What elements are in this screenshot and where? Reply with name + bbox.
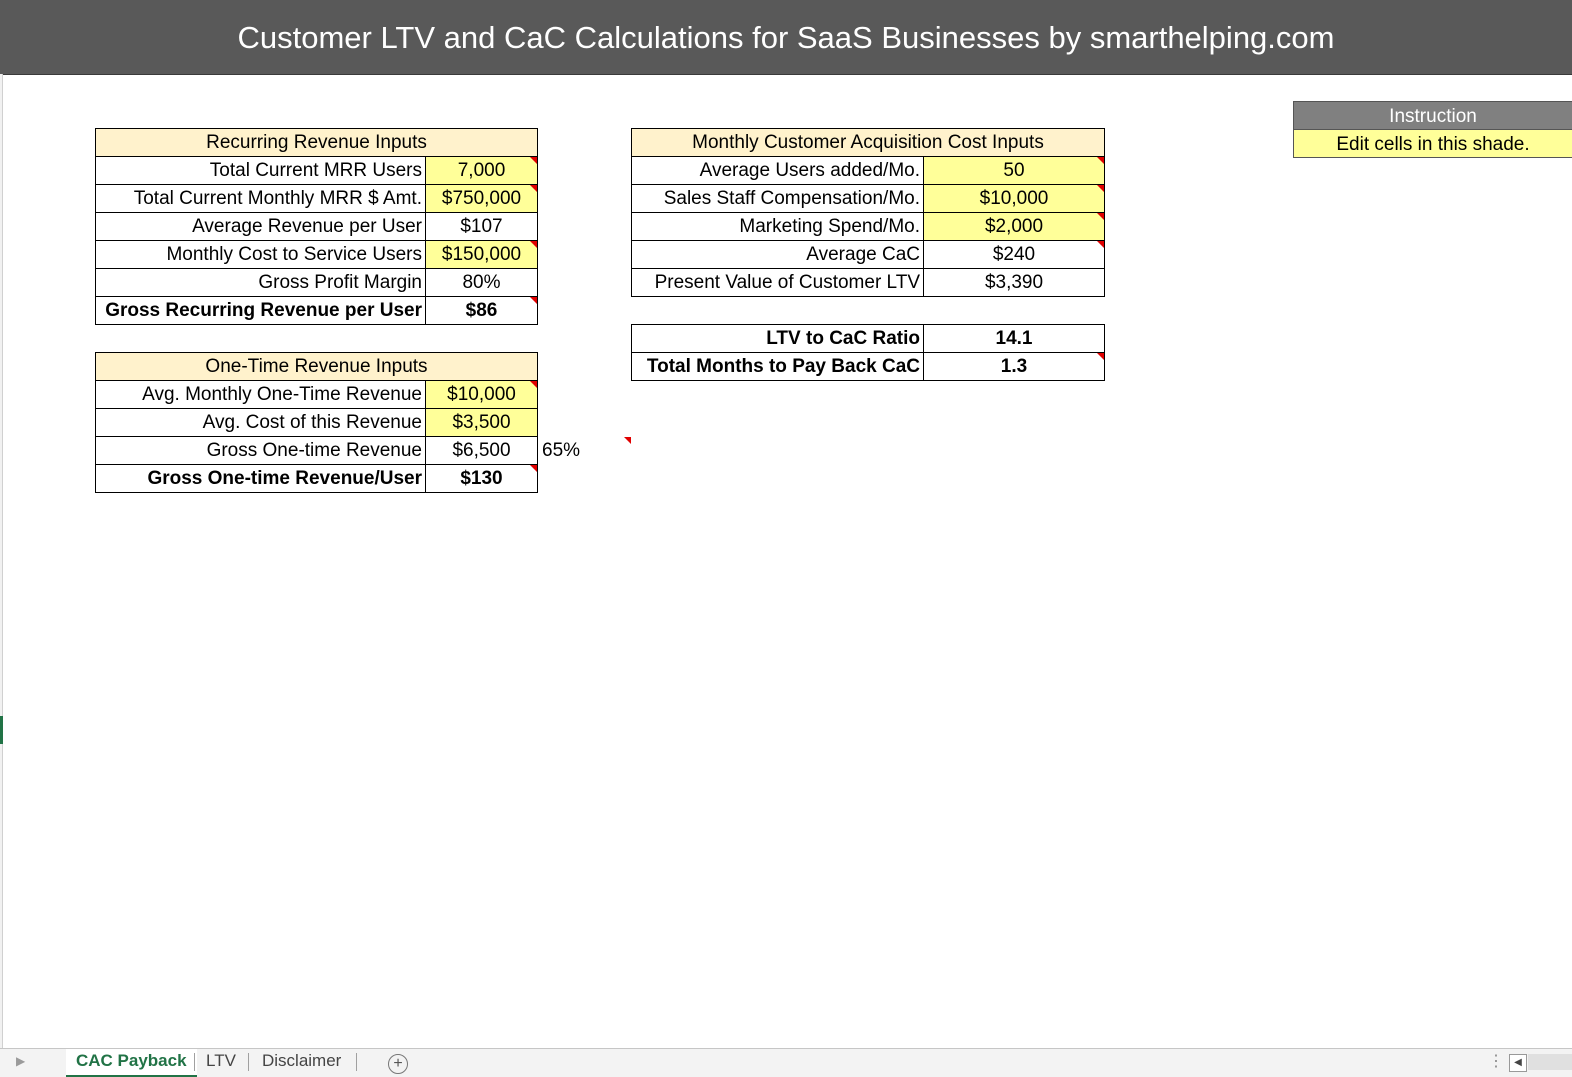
comment-indicator-icon[interactable] bbox=[530, 465, 537, 472]
label-gross-onetime: Gross One-time Revenue bbox=[95, 436, 426, 465]
splitter-icon[interactable]: ⋮ bbox=[1488, 1051, 1504, 1071]
label-pv-ltv: Present Value of Customer LTV bbox=[631, 268, 924, 297]
cell-arpu[interactable]: $107 bbox=[425, 212, 538, 241]
cell-average-cac[interactable]: $240 bbox=[923, 240, 1105, 269]
sheet-tab-bar: ▶ CAC Payback LTV Disclaimer + ⋮ ◀ bbox=[0, 1048, 1572, 1077]
cell-gross-onetime-per-user[interactable]: $130 bbox=[425, 464, 538, 493]
input-total-mrr-users[interactable]: 7,000 bbox=[425, 156, 538, 185]
active-row-marker bbox=[0, 716, 3, 744]
comment-indicator-icon[interactable] bbox=[1097, 213, 1104, 220]
sheet-title: Customer LTV and CaC Calculations for Sa… bbox=[0, 0, 1572, 75]
onetime-revenue-header: One-Time Revenue Inputs bbox=[95, 352, 538, 381]
label-users-added: Average Users added/Mo. bbox=[631, 156, 924, 185]
input-users-added[interactable]: 50 bbox=[923, 156, 1105, 185]
instruction-header: Instruction bbox=[1293, 101, 1572, 130]
cell-pv-ltv[interactable]: $3,390 bbox=[923, 268, 1105, 297]
comment-indicator-icon[interactable] bbox=[1097, 353, 1104, 360]
scroll-left-icon[interactable]: ◀ bbox=[1509, 1054, 1527, 1072]
comment-indicator-icon[interactable] bbox=[530, 241, 537, 248]
label-gross-recurring-per-user: Gross Recurring Revenue per User bbox=[95, 296, 426, 325]
recurring-revenue-header: Recurring Revenue Inputs bbox=[95, 128, 538, 157]
cac-inputs-table: Monthly Customer Acquisition Cost Inputs… bbox=[631, 128, 1105, 297]
comment-indicator-icon[interactable] bbox=[624, 437, 631, 444]
add-sheet-icon[interactable]: + bbox=[388, 1054, 408, 1074]
label-gross-margin: Gross Profit Margin bbox=[95, 268, 426, 297]
label-payback-months: Total Months to Pay Back CaC bbox=[631, 352, 924, 381]
tab-divider bbox=[356, 1053, 357, 1071]
input-onetime-revenue[interactable]: $10,000 bbox=[425, 380, 538, 409]
label-average-cac: Average CaC bbox=[631, 240, 924, 269]
comment-indicator-icon[interactable] bbox=[530, 157, 537, 164]
label-gross-onetime-per-user: Gross One-time Revenue/User bbox=[95, 464, 426, 493]
tab-cac-payback[interactable]: CAC Payback bbox=[66, 1049, 197, 1077]
label-onetime-cost: Avg. Cost of this Revenue bbox=[95, 408, 426, 437]
label-onetime-revenue: Avg. Monthly One-Time Revenue bbox=[95, 380, 426, 409]
instruction-legend: Instruction Edit cells in this shade. bbox=[1293, 101, 1572, 158]
input-total-mrr-amount[interactable]: $750,000 bbox=[425, 184, 538, 213]
label-sales-comp: Sales Staff Compensation/Mo. bbox=[631, 184, 924, 213]
label-total-mrr-amount: Total Current Monthly MRR $ Amt. bbox=[95, 184, 426, 213]
input-marketing-spend[interactable]: $2,000 bbox=[923, 212, 1105, 241]
label-marketing-spend: Marketing Spend/Mo. bbox=[631, 212, 924, 241]
comment-indicator-icon[interactable] bbox=[530, 381, 537, 388]
horizontal-scrollbar[interactable] bbox=[1528, 1054, 1572, 1070]
cac-inputs-header: Monthly Customer Acquisition Cost Inputs bbox=[631, 128, 1105, 157]
cell-gross-recurring-per-user[interactable]: $86 bbox=[425, 296, 538, 325]
comment-indicator-icon[interactable] bbox=[530, 185, 537, 192]
summary-table: LTV to CaC Ratio 14.1 Total Months to Pa… bbox=[631, 324, 1105, 381]
row-header-edge bbox=[0, 74, 3, 1048]
tab-ltv[interactable]: LTV bbox=[196, 1049, 246, 1075]
comment-indicator-icon[interactable] bbox=[530, 297, 537, 304]
cell-gross-margin[interactable]: 80% bbox=[425, 268, 538, 297]
recurring-revenue-table: Recurring Revenue Inputs Total Current M… bbox=[95, 128, 538, 325]
label-arpu: Average Revenue per User bbox=[95, 212, 426, 241]
input-cost-service[interactable]: $150,000 bbox=[425, 240, 538, 269]
comment-indicator-icon[interactable] bbox=[1097, 185, 1104, 192]
cell-ltv-cac-ratio[interactable]: 14.1 bbox=[923, 324, 1105, 353]
label-cost-service: Monthly Cost to Service Users bbox=[95, 240, 426, 269]
tab-scroll-icon[interactable]: ▶ bbox=[16, 1054, 25, 1068]
cell-gross-onetime[interactable]: $6,500 bbox=[425, 436, 538, 465]
label-total-mrr-users: Total Current MRR Users bbox=[95, 156, 426, 185]
input-onetime-cost[interactable]: $3,500 bbox=[425, 408, 538, 437]
onetime-margin-percent[interactable]: 65% bbox=[542, 440, 580, 462]
label-ltv-cac-ratio: LTV to CaC Ratio bbox=[631, 324, 924, 353]
comment-indicator-icon[interactable] bbox=[1097, 241, 1104, 248]
instruction-body: Edit cells in this shade. bbox=[1293, 130, 1572, 158]
comment-indicator-icon[interactable] bbox=[1097, 157, 1104, 164]
tab-divider bbox=[194, 1053, 195, 1071]
input-sales-comp[interactable]: $10,000 bbox=[923, 184, 1105, 213]
cell-payback-months[interactable]: 1.3 bbox=[923, 352, 1105, 381]
tab-disclaimer[interactable]: Disclaimer bbox=[252, 1049, 351, 1075]
tab-divider bbox=[248, 1053, 249, 1071]
onetime-revenue-table: One-Time Revenue Inputs Avg. Monthly One… bbox=[95, 352, 538, 493]
